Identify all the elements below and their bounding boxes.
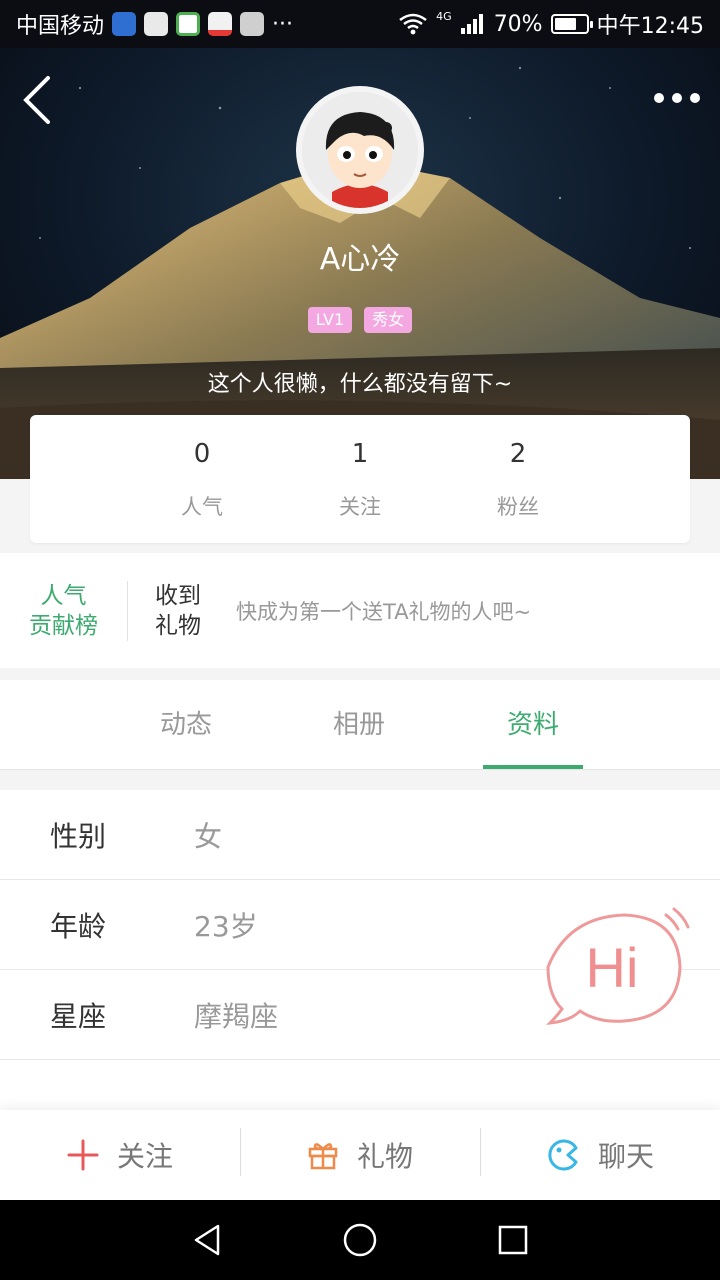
signal-icon (460, 14, 483, 34)
info-label: 年龄 (50, 909, 107, 943)
triangle-back-icon (194, 1224, 219, 1256)
clock: 中午12:45 (596, 14, 704, 39)
info-label: 性别 (50, 819, 107, 853)
gift-section: 人气 贡献榜 收到 礼物 快成为第一个送TA礼物的人吧~ (0, 553, 720, 668)
more-icon-dot (654, 93, 664, 103)
stat-label: 人气 (181, 495, 223, 519)
circle-home-icon (343, 1223, 377, 1257)
info-value: 23岁 (194, 909, 258, 943)
carrier-label: 中国移动 (16, 14, 105, 39)
gift-hint[interactable]: 快成为第一个送TA礼物的人吧~ (236, 596, 531, 626)
nav-recents-button[interactable] (483, 1210, 543, 1270)
popularity-ranking-link[interactable]: 人气 贡献榜 (0, 580, 128, 641)
stat-label: 粉丝 (497, 495, 539, 519)
more-icon-dot (672, 93, 682, 103)
battery-percent: 70% (493, 11, 543, 37)
nav-back-button[interactable] (177, 1210, 237, 1270)
follow-label: 关注 (116, 1140, 173, 1173)
bottom-action-bar: 关注 礼物 聊天 (0, 1110, 720, 1200)
square-recents-icon (499, 1225, 528, 1255)
ranking-label-line1: 人气 (40, 582, 87, 609)
profile-tabs: 动态 相册 资料 (0, 680, 720, 770)
received-label-line1: 收到 (155, 582, 201, 609)
cartoon-avatar-image (302, 92, 418, 208)
stat-popularity[interactable]: 0 人气 (123, 415, 281, 543)
tab-album[interactable]: 相册 (309, 680, 409, 770)
received-label-line2: 礼物 (155, 612, 201, 639)
stat-fans[interactable]: 2 粉丝 (439, 415, 597, 543)
chat-button[interactable]: 聊天 (480, 1110, 720, 1200)
battery-icon (550, 14, 593, 34)
say-hi-button[interactable]: Hi (540, 905, 690, 1027)
back-button[interactable] (18, 74, 62, 126)
gift-icon (308, 1143, 338, 1170)
info-value: 女 (194, 819, 223, 853)
stat-following[interactable]: 1 关注 (281, 415, 439, 543)
more-options-button[interactable] (644, 88, 700, 108)
title-badge: 秀女 (364, 307, 413, 333)
nickname: A心冷 (319, 242, 401, 277)
info-row-gender: 性别 女 (0, 790, 720, 880)
stat-value: 0 (193, 439, 211, 469)
hi-bubble-icon: Hi (545, 907, 690, 1025)
signature: 这个人很懒，什么都没有留下~ (207, 372, 513, 397)
level-badge: LV1 (307, 307, 353, 333)
avatar[interactable] (296, 86, 424, 214)
active-tab-indicator (483, 765, 583, 769)
network-type-label: 4G (436, 10, 452, 23)
badge-list: LV1 秀女 (0, 307, 720, 333)
follow-button[interactable]: 关注 (0, 1110, 240, 1200)
tab-profile-info[interactable]: 资料 (483, 680, 583, 770)
map-app-icon (208, 12, 233, 36)
browser-app-icon (176, 12, 201, 36)
send-gift-button[interactable]: 礼物 (240, 1110, 480, 1200)
system-navigation-bar (0, 1200, 720, 1280)
chat-icon (548, 1139, 578, 1171)
stat-value: 2 (509, 439, 527, 469)
stat-value: 1 (351, 439, 369, 469)
stat-label: 关注 (339, 495, 381, 519)
more-icon-dot (690, 93, 700, 103)
security-app-icon (112, 12, 137, 36)
plus-icon (67, 1139, 99, 1171)
status-bar: 中国移动 ··· 4G 70% 中午12:45 (0, 0, 720, 48)
font-app-icon (240, 12, 265, 36)
chevron-left-icon (23, 76, 50, 124)
chat-label: 聊天 (597, 1140, 654, 1173)
nav-home-button[interactable] (330, 1210, 390, 1270)
ranking-label-line2: 贡献榜 (29, 612, 98, 639)
stats-card: 0 人气 1 关注 2 粉丝 (30, 415, 690, 543)
received-gifts-label: 收到 礼物 (128, 581, 228, 641)
video-app-icon (144, 12, 169, 36)
info-value: 摩羯座 (194, 999, 279, 1033)
wifi-icon (399, 13, 427, 35)
hi-text: Hi (586, 936, 639, 999)
more-notifications-icon: ··· (272, 11, 293, 37)
info-label: 星座 (50, 999, 107, 1033)
tab-moments[interactable]: 动态 (136, 680, 236, 770)
gift-label: 礼物 (356, 1140, 413, 1173)
